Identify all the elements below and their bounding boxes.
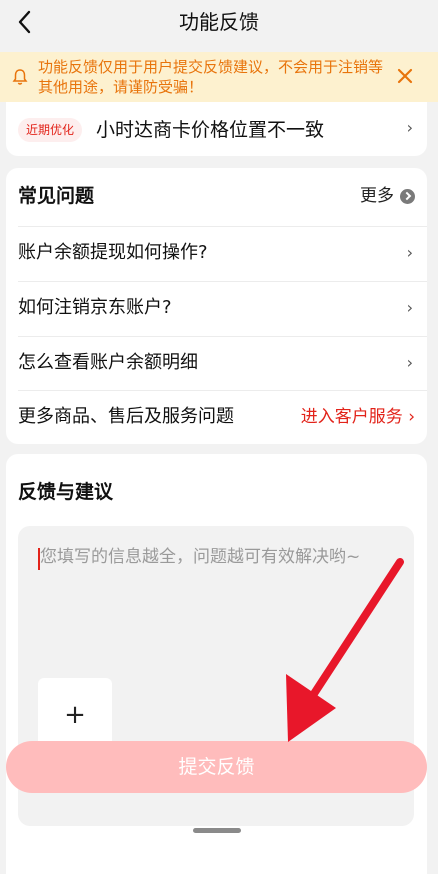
faq-question: 更多商品、售后及服务问题 — [18, 406, 234, 427]
faq-question: 账户余额提现如何操作? — [18, 242, 208, 263]
more-arrow-icon — [400, 188, 415, 204]
recent-update-card[interactable]: 近期优化 小时达商卡价格位置不一致 › — [6, 102, 427, 156]
recent-update-text: 小时达商卡价格位置不一致 — [96, 119, 325, 141]
home-indicator — [193, 828, 241, 833]
faq-item-balance-detail[interactable]: 怎么查看账户余额明细 › — [18, 336, 427, 391]
faq-card: 常见问题 更多 账户余额提现如何操作? › 如何注销京东账户? › 怎么查看账户… — [6, 168, 427, 444]
feedback-card: 反馈与建议 您填写的信息越全，问题越可有效解决哟~ + — [6, 454, 427, 874]
feedback-title: 反馈与建议 — [18, 481, 114, 503]
close-icon[interactable] — [396, 67, 414, 85]
feedback-placeholder: 您填写的信息越全，问题越可有效解决哟~ — [40, 547, 361, 567]
notice-text: 功能反馈仅用于用户提交反馈建议，不会用于注销等其他用途，请谨防受骗！ — [38, 58, 384, 96]
chevron-right-icon: › — [406, 353, 413, 372]
plus-icon: + — [64, 700, 86, 730]
faq-question: 如何注销京东账户? — [18, 297, 172, 318]
faq-question: 怎么查看账户余额明细 — [18, 352, 198, 373]
recent-tag-badge: 近期优化 — [18, 118, 83, 142]
chevron-right-icon: › — [406, 118, 413, 137]
customer-service-link[interactable]: 进入客户服务 › — [301, 403, 415, 431]
faq-title: 常见问题 — [18, 185, 95, 207]
chevron-right-icon: › — [406, 298, 413, 317]
faq-item-withdraw[interactable]: 账户余额提现如何操作? › — [18, 226, 427, 281]
chevron-right-icon: › — [406, 243, 413, 262]
faq-more-button[interactable]: 更多 — [360, 182, 415, 210]
customer-service-label: 进入客户服务 — [300, 407, 403, 427]
notice-banner: 功能反馈仅用于用户提交反馈建议，不会用于注销等其他用途，请谨防受骗！ — [0, 52, 438, 102]
submit-feedback-button[interactable]: 提交反馈 — [6, 741, 427, 793]
faq-more-label: 更多 — [360, 186, 394, 206]
faq-item-cancel-account[interactable]: 如何注销京东账户? › — [18, 281, 427, 336]
top-nav-bar: 功能反馈 — [0, 0, 438, 46]
page-title: 功能反馈 — [179, 10, 259, 34]
faq-item-more-service: 更多商品、售后及服务问题 进入客户服务 › — [18, 390, 427, 445]
bell-icon — [12, 69, 28, 85]
